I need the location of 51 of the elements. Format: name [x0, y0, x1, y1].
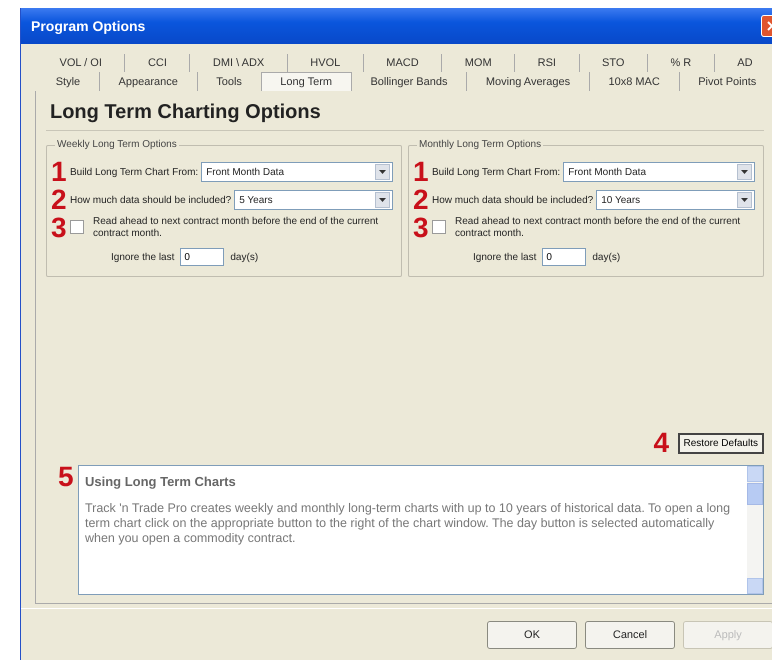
checkbox-label: Read ahead to next contract month before the end of the current contract month. — [455, 216, 742, 240]
field-label: Ignore the last — [473, 252, 536, 262]
callout-number: 3 — [51, 216, 67, 240]
field-label: Build Long Term Chart From: — [432, 166, 560, 178]
tab[interactable]: 10x8 MAC — [590, 72, 680, 91]
tab[interactable]: Style — [37, 72, 100, 91]
tab[interactable]: Bollinger Bands — [352, 72, 468, 91]
dropdown[interactable]: Front Month Data — [201, 162, 393, 182]
checkbox-label: Read ahead to next contract month before the end of the current contract month. — [93, 216, 380, 240]
unit-label: day(s) — [230, 252, 258, 262]
help-paragraph: Track 'n Trade Pro creates weekly and monthly long-term charts with up to 10 years of historical data. To open a long term chart click on the appropriate button to the right of the chart window. The day button is selected automatically when you open a commodity contract. — [85, 501, 732, 546]
input-field[interactable]: 0 — [180, 248, 224, 266]
field-label: Ignore the last — [111, 252, 174, 262]
tab[interactable]: MOM — [442, 54, 516, 72]
tab[interactable]: AD — [714, 54, 772, 72]
field-label: Build Long Term Chart From: — [70, 166, 198, 178]
tab[interactable]: % R — [648, 54, 715, 72]
scrollbar[interactable] — [747, 466, 763, 594]
field-label: How much data should be included? — [432, 194, 594, 206]
tab[interactable]: Long Term — [262, 72, 352, 91]
dropdown[interactable]: Front Month Data — [563, 162, 755, 182]
group-title: Monthly Long Term Options — [417, 139, 544, 150]
help-title: Using Long Term Charts — [85, 474, 237, 489]
callout-number: 3 — [413, 216, 429, 240]
group-title: Weekly Long Term Options — [55, 139, 179, 150]
callout-number: 4 — [654, 431, 670, 455]
tab[interactable]: STO — [580, 54, 648, 72]
input-field[interactable]: 0 — [542, 248, 586, 266]
checkbox[interactable] — [70, 220, 84, 234]
tab[interactable]: Appearance — [100, 72, 198, 91]
tab[interactable]: RSI — [515, 54, 580, 72]
window-title: Program Options — [31, 18, 146, 34]
callout-number: 2 — [413, 188, 429, 212]
field-label: How much data should be included? — [70, 194, 232, 206]
page-heading: Long Term Charting Options — [46, 99, 764, 131]
callout-number: 1 — [413, 160, 429, 184]
callout-number: 5 — [58, 465, 74, 489]
tab[interactable]: CCI — [125, 54, 190, 72]
tab[interactable]: Moving Averages — [467, 72, 590, 91]
unit-label: day(s) — [592, 252, 620, 262]
tab[interactable]: VOL / OI — [37, 54, 126, 72]
dialog-button[interactable]: Cancel — [585, 620, 675, 648]
checkbox[interactable] — [432, 220, 446, 234]
callout-number: 1 — [51, 160, 67, 184]
dialog-button[interactable]: OK — [487, 620, 577, 648]
dropdown[interactable]: 10 Years — [596, 190, 755, 210]
tab[interactable]: Pivot Points — [680, 72, 772, 91]
callout-number: 2 — [51, 188, 67, 212]
restore-defaults-button[interactable]: Restore Defaults — [678, 432, 764, 454]
dropdown[interactable]: 5 Years — [234, 190, 393, 210]
tab[interactable]: MACD — [364, 54, 442, 72]
